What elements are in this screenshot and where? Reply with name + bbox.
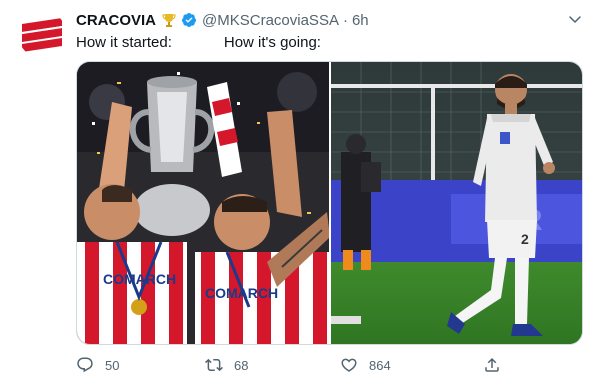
trophy-icon	[162, 14, 176, 27]
tweet-text-part2: How it's going:	[223, 34, 321, 51]
tweet-text-part1: How it started:	[76, 34, 172, 51]
like-button[interactable]: 864	[340, 356, 391, 374]
reply-button[interactable]: 50	[76, 356, 119, 374]
photo-how-it-started[interactable]: COMARCH COMARCH	[77, 62, 329, 344]
tweet-header: CRACOVIA @MKSCracoviaSSA · 6h	[76, 9, 581, 31]
timestamp[interactable]: 6h	[352, 12, 369, 29]
player-shirt-number: 2	[521, 231, 529, 247]
user-handle[interactable]: @MKSCracoviaSSA	[202, 12, 339, 29]
reply-icon	[77, 357, 93, 373]
cracovia-jersey-left	[77, 242, 187, 344]
tweet-media: COMARCH COMARCH 2	[76, 61, 583, 345]
chevron-down-icon[interactable]	[567, 11, 583, 27]
retweet-icon	[205, 358, 223, 372]
tweet-actions: 50 68 864	[76, 353, 506, 377]
celebration-photo: COMARCH COMARCH	[77, 62, 329, 344]
display-name[interactable]: CRACOVIA	[76, 12, 156, 29]
share-button[interactable]	[483, 356, 501, 374]
retweet-button[interactable]: 68	[205, 356, 248, 374]
heart-icon	[341, 358, 357, 372]
retweet-count: 68	[234, 357, 249, 373]
share-icon	[485, 357, 499, 372]
like-count: 864	[369, 357, 391, 373]
sponsor-text-left: COMARCH	[103, 271, 176, 287]
tweet-text: How it started: How it's going:	[76, 34, 321, 51]
avatar[interactable]	[18, 10, 66, 58]
verified-badge-icon	[182, 13, 197, 27]
separator-dot: ·	[342, 11, 348, 29]
reply-count: 50	[105, 357, 120, 373]
match-photo: R 2	[331, 62, 582, 344]
photo-how-its-going[interactable]: R 2	[331, 62, 582, 344]
cracovia-logo-icon	[18, 10, 66, 58]
